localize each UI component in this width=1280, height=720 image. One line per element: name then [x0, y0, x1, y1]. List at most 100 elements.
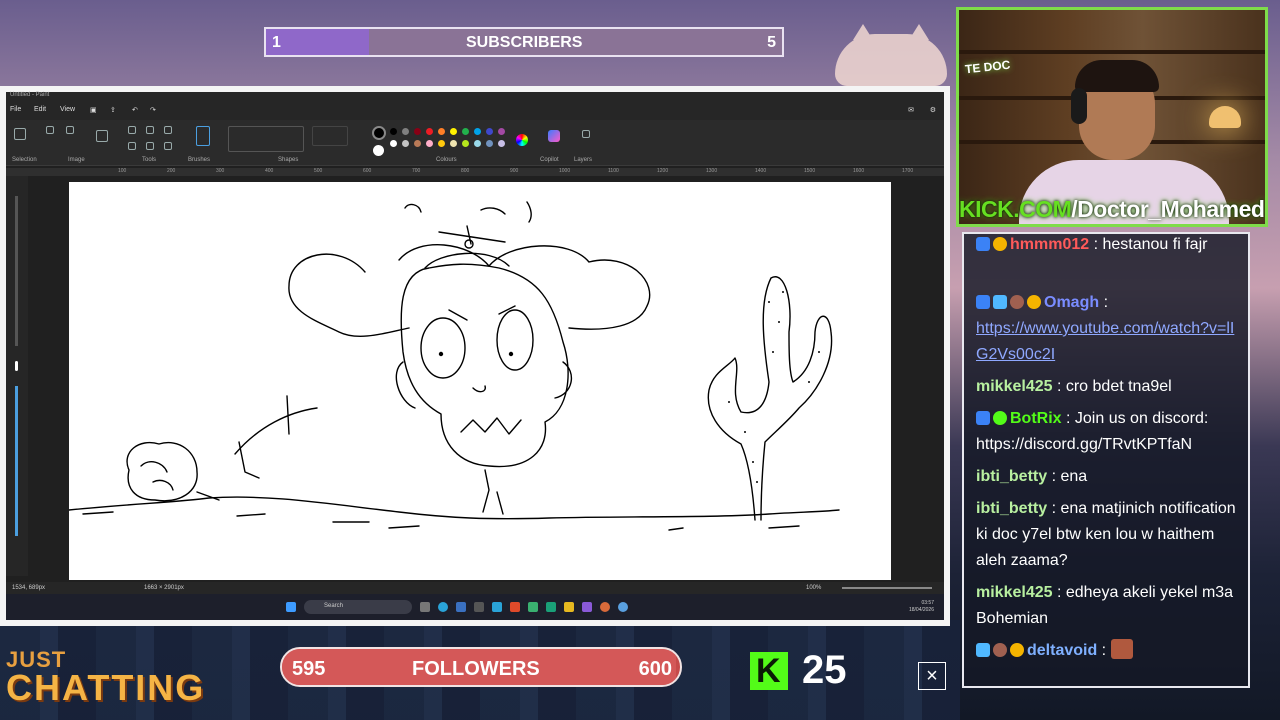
- eraser-icon[interactable]: [128, 142, 136, 150]
- kick-channel-url: KICK.COM/Doctor_Mohamed: [959, 196, 1265, 222]
- kick-app-icon[interactable]: [528, 602, 538, 612]
- palette-swatch[interactable]: [450, 140, 457, 147]
- discord-icon[interactable]: [582, 602, 592, 612]
- ruler-tick-label: 1100: [608, 168, 619, 174]
- palette-swatch[interactable]: [462, 128, 469, 135]
- picker-icon[interactable]: [146, 142, 154, 150]
- menu-edit[interactable]: Edit: [34, 106, 46, 113]
- group-selection: Selection: [12, 157, 37, 163]
- redo-icon[interactable]: ↷: [150, 106, 156, 114]
- pencil-icon[interactable]: [128, 126, 136, 134]
- edit-colours-icon[interactable]: [516, 134, 528, 146]
- group-brushes: Brushes: [188, 157, 211, 163]
- save-icon[interactable]: ▣: [90, 106, 97, 114]
- chat-message: hmmm012 : hestanou fi fajr: [976, 234, 1246, 258]
- palette-swatch[interactable]: [390, 128, 397, 135]
- obs-icon[interactable]: [600, 602, 610, 612]
- ruler-tick-label: 900: [510, 168, 519, 174]
- sub-badge-icon: [1010, 643, 1024, 657]
- palette-swatch[interactable]: [438, 128, 445, 135]
- shapes-gallery[interactable]: [228, 126, 304, 152]
- store-icon[interactable]: [456, 602, 466, 612]
- windows-start-icon[interactable]: [286, 602, 296, 612]
- palette-swatch[interactable]: [462, 140, 469, 147]
- palette-swatch[interactable]: [486, 140, 493, 147]
- app-icon[interactable]: [492, 602, 502, 612]
- share-icon[interactable]: ⇪: [110, 106, 116, 114]
- color-2-swatch[interactable]: [373, 145, 384, 156]
- subscribers-label: SUBSCRIBERS: [466, 34, 583, 51]
- text-icon[interactable]: [164, 126, 172, 134]
- copilot-icon[interactable]: [548, 130, 560, 142]
- ruler-tick-label: 1000: [559, 168, 571, 174]
- magnifier-icon[interactable]: [164, 142, 172, 150]
- chat-link[interactable]: https://www.youtube.com/watch?v=lIG2Vs00…: [976, 320, 1234, 363]
- terminal-icon[interactable]: [474, 602, 484, 612]
- sub-badge-icon: [993, 237, 1007, 251]
- comment-icon[interactable]: ✉: [908, 106, 914, 114]
- palette-swatch[interactable]: [438, 140, 445, 147]
- subscribers-current: 1: [272, 34, 281, 51]
- menu-file[interactable]: File: [10, 106, 21, 113]
- emote-icon: [1110, 639, 1133, 659]
- palette-swatch[interactable]: [426, 128, 433, 135]
- doodle-drawing: [68, 201, 840, 531]
- palette-swatch[interactable]: [426, 140, 433, 147]
- brush-size-slider[interactable]: [15, 196, 18, 346]
- resize-icon[interactable]: [66, 126, 74, 134]
- palette-swatch[interactable]: [414, 128, 421, 135]
- crop-icon[interactable]: [46, 126, 54, 134]
- palette-swatch[interactable]: [390, 140, 397, 147]
- outline-fill-icon[interactable]: [312, 126, 348, 146]
- explorer-icon[interactable]: [564, 602, 574, 612]
- menu-view[interactable]: View: [60, 106, 75, 113]
- bookshelf-decoration: [959, 50, 1265, 54]
- palette-swatch[interactable]: [486, 128, 493, 135]
- settings-icon[interactable]: ⚙: [930, 106, 936, 114]
- fill-icon[interactable]: [146, 126, 154, 134]
- badge-icon: [976, 237, 990, 251]
- paint-app-icon[interactable]: [618, 602, 628, 612]
- palette-swatch[interactable]: [498, 128, 505, 135]
- taskbar-clock: 03:57 18/04/2026: [908, 600, 934, 613]
- slider-handle[interactable]: [15, 361, 18, 371]
- avatar-badge-icon: [1010, 295, 1024, 309]
- brush-icon[interactable]: [196, 126, 210, 146]
- task-view-icon[interactable]: [420, 602, 430, 612]
- palette-swatch[interactable]: [474, 140, 481, 147]
- badge-icon: [976, 295, 990, 309]
- subscribers-goal-bar: 1 SUBSCRIBERS 5: [264, 27, 784, 57]
- photos-icon[interactable]: [546, 602, 556, 612]
- paint-window: Untitled - Paint File Edit View ▣ ⇪ ↶ ↷ …: [0, 86, 950, 626]
- palette-swatch[interactable]: [414, 140, 421, 147]
- palette-swatch[interactable]: [402, 140, 409, 147]
- zoom-slider[interactable]: [842, 587, 932, 589]
- layers-icon[interactable]: [582, 130, 590, 138]
- color-1-swatch[interactable]: [372, 126, 386, 140]
- horizontal-ruler: 100 200 300 400 500 600 700 800 900 1000 1100 1200 1…: [6, 168, 944, 176]
- lamp-decoration: [1209, 106, 1241, 128]
- followers-current: 595: [292, 658, 326, 680]
- palette-swatch[interactable]: [450, 128, 457, 135]
- zoom-level: 100%: [806, 585, 822, 591]
- palette-swatch[interactable]: [402, 128, 409, 135]
- palette-swatch[interactable]: [474, 128, 481, 135]
- subscribers-goal: 5: [767, 34, 776, 51]
- drawing-canvas[interactable]: [68, 182, 891, 580]
- image-icon[interactable]: [96, 130, 108, 142]
- brave-icon[interactable]: [510, 602, 520, 612]
- ruler-tick-label: 800: [461, 168, 470, 174]
- close-icon[interactable]: ×: [918, 662, 946, 690]
- paint-title: Untitled - Paint: [6, 92, 944, 102]
- edge-icon[interactable]: [438, 602, 448, 612]
- ruler-tick-label: 1300: [706, 168, 718, 174]
- taskbar-search[interactable]: Search: [304, 600, 412, 614]
- selection-icon[interactable]: [14, 128, 26, 140]
- undo-icon[interactable]: ↶: [132, 106, 138, 114]
- ruler-tick-label: 1400: [755, 168, 767, 174]
- palette-swatch[interactable]: [498, 140, 505, 147]
- chat-message: ibti_betty : ena: [976, 468, 1088, 485]
- chat-message: BotRix : Join us on discord: https://dis…: [976, 410, 1209, 453]
- opacity-slider[interactable]: [15, 386, 18, 536]
- viewer-count: 25: [802, 648, 847, 692]
